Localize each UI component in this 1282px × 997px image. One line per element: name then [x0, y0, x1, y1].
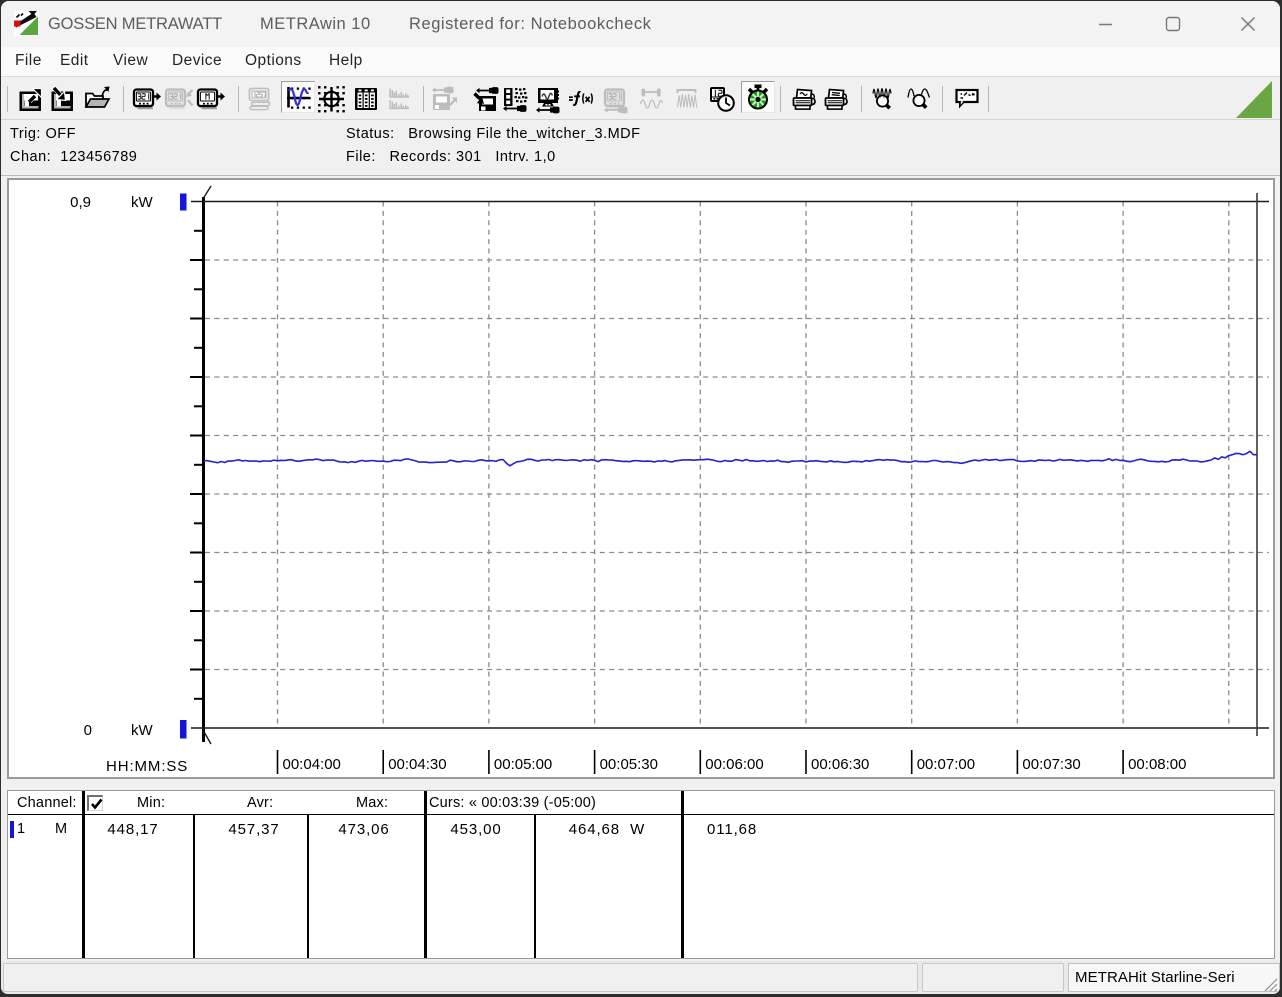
svg-text:00:05:30: 00:05:30	[600, 756, 658, 773]
row-min: 448,17	[107, 821, 159, 838]
col-min: Min:	[137, 795, 166, 811]
row-delta: 011,68	[707, 821, 758, 838]
app-window: GOSSEN METRAWATT METRAwin 10 Registered …	[1, 1, 1280, 994]
table-divider	[681, 791, 684, 958]
svg-text:00:04:00: 00:04:00	[283, 756, 341, 773]
svg-text:HH:MM:SS: HH:MM:SS	[106, 758, 188, 775]
svg-text:00:07:30: 00:07:30	[1022, 756, 1080, 773]
svg-text:kW: kW	[131, 194, 154, 211]
status-bar: METRAHit Starline-Seri	[1, 961, 1280, 994]
svg-text:00:08:00: 00:08:00	[1128, 756, 1186, 773]
row-channel: 1	[17, 821, 26, 837]
chart-area[interactable]: 00:04:00 00:04:30 00:05:00 00:05:30 00:06:00…	[7, 178, 1275, 779]
col-cursor: Curs: « 00:03:39 (-05:00)	[429, 795, 597, 811]
statusbar-middle-panel	[922, 963, 1064, 992]
col-avr: Avr:	[247, 795, 274, 811]
col-max: Max:	[356, 795, 389, 811]
svg-text:kW: kW	[131, 722, 154, 739]
statusbar-message-panel	[3, 963, 918, 992]
col-channel: Channel:	[17, 795, 77, 811]
svg-text:00:07:00: 00:07:00	[917, 756, 975, 773]
table-header-underline	[8, 814, 1274, 815]
svg-text:00:05:00: 00:05:00	[494, 756, 552, 773]
svg-text:0: 0	[84, 722, 92, 739]
values-table: Channel: Min: Avr: Max: Curs: « 00:03:39 (-0…	[7, 790, 1275, 959]
row-cursor-left: 453,00	[450, 821, 502, 838]
series-line	[203, 450, 1257, 467]
y-min-marker	[180, 720, 187, 739]
device-name-panel: METRAHit Starline-Seri	[1068, 963, 1280, 992]
row-mode: M	[55, 821, 68, 837]
table-divider	[307, 815, 309, 958]
row-max: 473,06	[338, 821, 390, 838]
table-divider	[82, 791, 85, 958]
svg-text:0,9: 0,9	[70, 194, 91, 211]
table-divider	[534, 815, 536, 958]
channel-checkbox[interactable]	[87, 795, 103, 811]
svg-text:00:06:00: 00:06:00	[705, 756, 763, 773]
table-divider	[193, 815, 195, 958]
table-divider	[424, 791, 427, 958]
check-icon	[91, 798, 103, 810]
svg-text:00:06:30: 00:06:30	[811, 756, 869, 773]
resize-grip[interactable]	[1262, 976, 1278, 992]
channel-color-marker	[10, 821, 14, 838]
y-max-marker	[180, 193, 187, 211]
row-cursor-right: 464,68 W	[568, 821, 646, 838]
svg-text:00:04:30: 00:04:30	[388, 756, 446, 773]
row-avr: 457,37	[228, 821, 280, 838]
